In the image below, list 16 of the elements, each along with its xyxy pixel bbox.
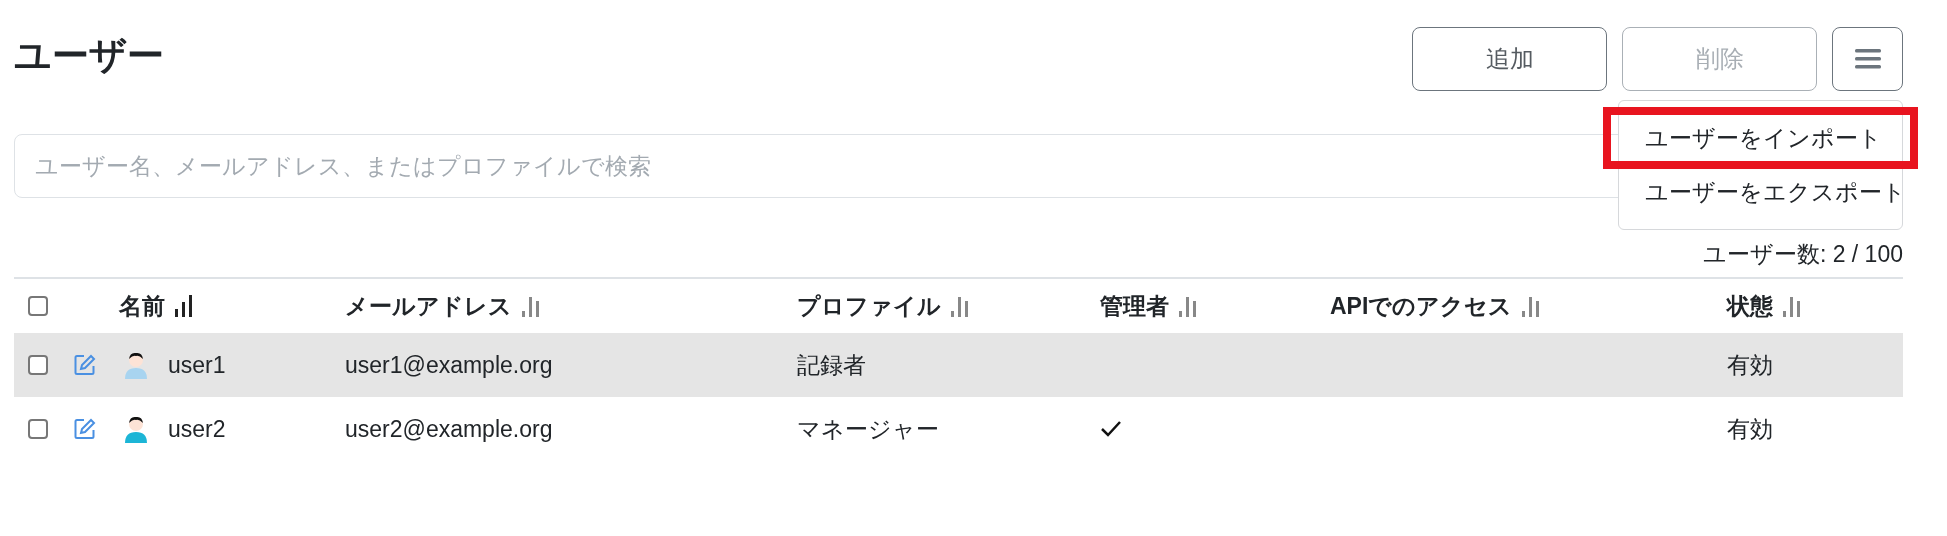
table-cell: マネージャー (797, 415, 939, 442)
table-cell: user2@example.org (345, 415, 553, 442)
table-cell: user1@example.org (345, 351, 553, 378)
column-header: メールアドレス (345, 291, 512, 321)
column-header: 状態 (1727, 291, 1773, 321)
table-cell: 記録者 (797, 351, 866, 378)
table-cell-text: user1 (168, 350, 226, 380)
table-cell: 有効 (1727, 415, 1773, 442)
table-cell: 有効 (1727, 351, 1773, 378)
table-cell-text: user2 (168, 414, 226, 444)
user-count: ユーザー数: 2 / 100 (1702, 240, 1903, 268)
column-header: 管理者 (1100, 291, 1169, 321)
column-header: プロファイル (797, 291, 941, 321)
column-header: APIでのアクセス (1330, 291, 1513, 321)
column-header: 名前 (119, 291, 165, 321)
page-title: ユーザー (14, 37, 164, 74)
